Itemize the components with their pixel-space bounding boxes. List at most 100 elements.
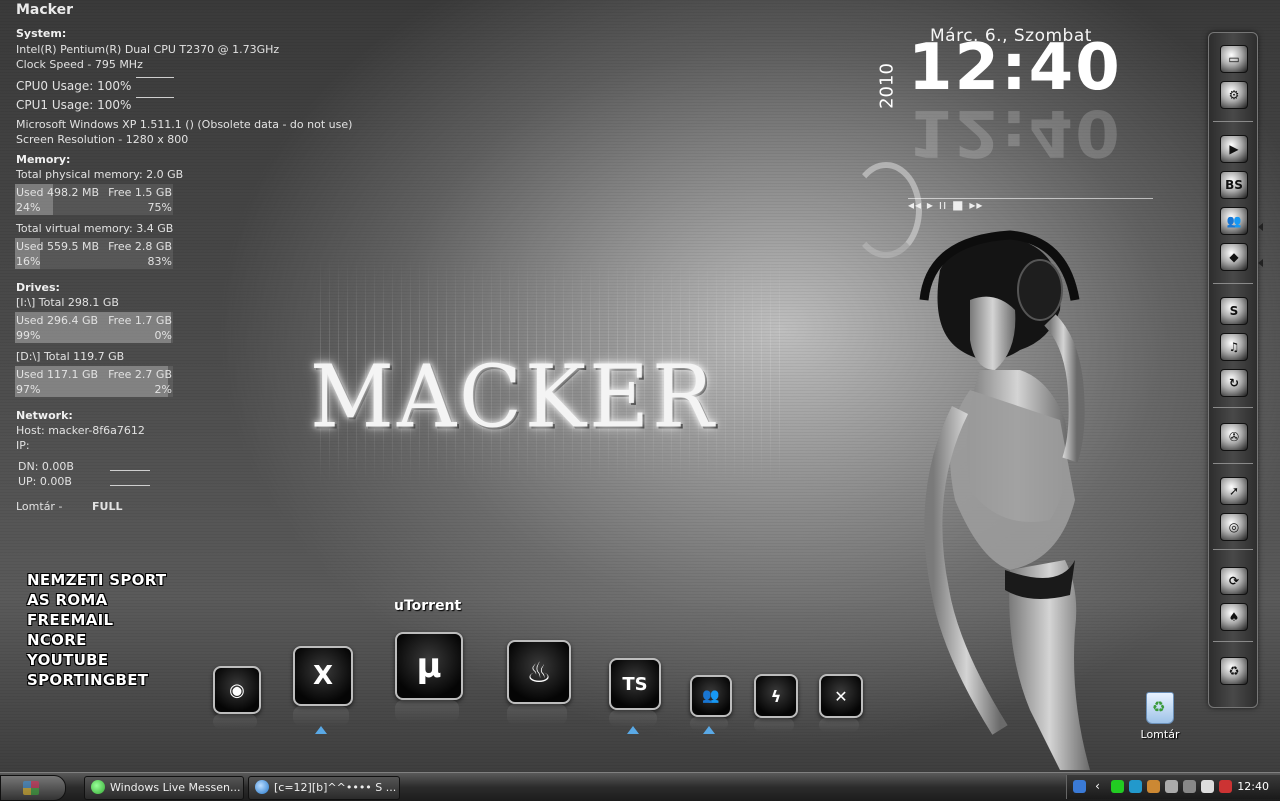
dock-nero-icon[interactable]: ♨: [507, 640, 571, 704]
ip-address: IP:: [16, 439, 30, 452]
link-as-roma[interactable]: AS ROMA: [27, 590, 166, 610]
right-dock-control-panel-icon[interactable]: ⚙: [1220, 81, 1248, 109]
dock-icon-reflection: [819, 718, 859, 732]
right-dock-separator: [1213, 641, 1253, 642]
right-dock-messenger-icon[interactable]: 👥: [1220, 207, 1248, 235]
upload-graph-line: [110, 485, 150, 486]
right-dock-music-icon[interactable]: ♫: [1220, 333, 1248, 361]
dock-icon-reflection: [609, 710, 657, 727]
security-tray-icon[interactable]: [1219, 780, 1232, 793]
physical-memory-bar: Used 498.2 MB Free 1.5 GB 24% 75%: [15, 184, 173, 215]
dock-teamspeak-icon[interactable]: TS: [609, 658, 661, 710]
media-player-controls[interactable]: ◂◂ ▸ ıı ■ ▸▸: [908, 198, 983, 212]
right-dock-film-reel-icon[interactable]: ✇: [1220, 423, 1248, 451]
dock-icon-reflection: [395, 700, 459, 722]
link-nemzeti-sport[interactable]: NEMZETI SPORT: [27, 570, 166, 590]
cpu0-usage: CPU0 Usage: 100%: [16, 79, 132, 93]
link-ncore[interactable]: NCORE: [27, 630, 166, 650]
right-dock-ink-icon[interactable]: ◆: [1220, 243, 1248, 271]
drive-i-used: Used 296.4 GB: [16, 314, 99, 327]
dock-icon-reflection: [754, 718, 794, 732]
right-dock-compass-icon[interactable]: ➚: [1220, 477, 1248, 505]
right-dock-expand-arrow[interactable]: [1258, 223, 1263, 231]
running-indicator-icon: [315, 726, 327, 734]
taskbar-clock[interactable]: 12:40: [1237, 780, 1269, 793]
drive-d-free-pct: 2%: [154, 383, 172, 396]
right-dock-spade-icon[interactable]: ♠: [1220, 603, 1248, 631]
right-dock-burner-icon[interactable]: ◎: [1220, 513, 1248, 541]
taskbar-window-messenger-label: Windows Live Messen...: [110, 781, 241, 794]
link-sportingbet[interactable]: SPORTINGBET: [27, 670, 166, 690]
start-button[interactable]: [0, 775, 66, 801]
tray-expand-icon[interactable]: ‹: [1091, 780, 1104, 793]
dock-winamp-icon[interactable]: ϟ: [754, 674, 798, 718]
right-dock-separator: [1213, 549, 1253, 550]
language-icon[interactable]: [1073, 780, 1086, 793]
cpu0-graph-line: [136, 77, 174, 78]
dock-utorrent-icon[interactable]: µ: [395, 632, 463, 700]
speaker-tray-icon[interactable]: [1201, 780, 1214, 793]
right-dock-separator: [1213, 283, 1253, 284]
screen-resolution: Screen Resolution - 1280 x 800: [16, 133, 189, 146]
os-info: Microsoft Windows XP 1.511.1 () (Obsolet…: [16, 118, 353, 131]
dock-counter-strike-icon[interactable]: ✕: [819, 674, 863, 718]
drive-d-total: [D:\] Total 119.7 GB: [16, 350, 125, 363]
link-youtube[interactable]: YOUTUBE: [27, 650, 166, 670]
physical-used: Used 498.2 MB: [16, 186, 100, 199]
taskbar-window-chat[interactable]: [c=12][b]^^•••• S ...: [248, 776, 400, 800]
trash-icon: [1146, 692, 1174, 724]
link-freemail[interactable]: FREEMAIL: [27, 610, 166, 630]
recycle-bin-label: Lomtár: [1140, 728, 1180, 741]
cpu1-usage: CPU1 Usage: 100%: [16, 98, 132, 112]
drive-d-free: Free 2.7 GB: [108, 368, 172, 381]
quick-links: NEMZETI SPORT AS ROMA FREEMAIL NCORE YOU…: [27, 570, 166, 690]
physical-free: Free 1.5 GB: [108, 186, 172, 199]
virtual-memory-total: Total virtual memory: 3.4 GB: [16, 222, 174, 235]
network-header: Network:: [16, 409, 73, 422]
virtual-used-pct: 16%: [16, 255, 41, 268]
right-dock-separator: [1213, 463, 1253, 464]
clock-time-reflection: 12:40: [908, 95, 1122, 169]
monitor-title: Macker: [16, 2, 74, 18]
right-dock-recycle-icon[interactable]: ♻: [1220, 657, 1248, 685]
download-rate: DN: 0.00B: [18, 460, 74, 473]
right-dock-skype-icon[interactable]: S: [1220, 297, 1248, 325]
right-dock: ▭ ⚙ ▶ BS 👥 ◆ S ♫ ↻ ✇ ➚ ◎ ⟳ ♠ ♻: [1208, 32, 1263, 708]
drive-d-bar: Used 117.1 GB Free 2.7 GB 97% 2%: [15, 366, 173, 397]
right-dock-power-icon[interactable]: ⟳: [1220, 567, 1248, 595]
right-dock-separator: [1213, 121, 1253, 122]
taskbar-window-messenger[interactable]: Windows Live Messen...: [84, 776, 244, 800]
drive-i-used-pct: 99%: [16, 329, 41, 342]
system-tray: ‹ 12:40: [1066, 775, 1280, 799]
recycle-bin-icon[interactable]: Lomtár: [1138, 692, 1182, 741]
drive-i-free: Free 1.7 GB: [108, 314, 172, 327]
wallpaper-figure: [919, 230, 1090, 770]
memory-header: Memory:: [16, 153, 71, 166]
running-indicator-icon: [703, 726, 715, 734]
virtual-used: Used 559.5 MB: [16, 240, 100, 253]
dock-firefox-icon[interactable]: ◉: [213, 666, 261, 714]
display-tray-icon[interactable]: [1183, 780, 1196, 793]
cpu1-graph-line: [136, 97, 174, 98]
taskbar: Windows Live Messen... [c=12][b]^^•••• S…: [0, 772, 1280, 801]
right-dock-bs-player-icon[interactable]: BS: [1220, 171, 1248, 199]
dock-messenger-icon[interactable]: 👥: [690, 675, 732, 717]
right-dock-separator: [1213, 407, 1253, 408]
utorrent-tray-icon[interactable]: [1111, 780, 1124, 793]
right-dock-expand-arrow[interactable]: [1258, 259, 1263, 267]
dock-xfire-icon[interactable]: X: [293, 646, 353, 706]
right-dock-my-computer-icon[interactable]: ▭: [1220, 45, 1248, 73]
recycle-status[interactable]: FULL: [92, 500, 122, 513]
network-tray-icon[interactable]: [1147, 780, 1160, 793]
ink-tray-icon[interactable]: [1165, 780, 1178, 793]
drive-d-used: Used 117.1 GB: [16, 368, 99, 381]
host-name: Host: macker-8f6a7612: [16, 424, 145, 437]
recycle-label: Lomtár -: [16, 500, 63, 513]
virtual-free-pct: 83%: [147, 255, 172, 268]
clock-speed: Clock Speed - 795 MHz: [16, 58, 143, 71]
dock-hover-label: uTorrent: [394, 598, 462, 614]
right-dock-media-player-icon[interactable]: ▶: [1220, 135, 1248, 163]
right-dock-refresh-icon[interactable]: ↻: [1220, 369, 1248, 397]
cpu-model: Intel(R) Pentium(R) Dual CPU T2370 @ 1.7…: [16, 43, 280, 56]
messenger-tray-icon[interactable]: [1129, 780, 1142, 793]
